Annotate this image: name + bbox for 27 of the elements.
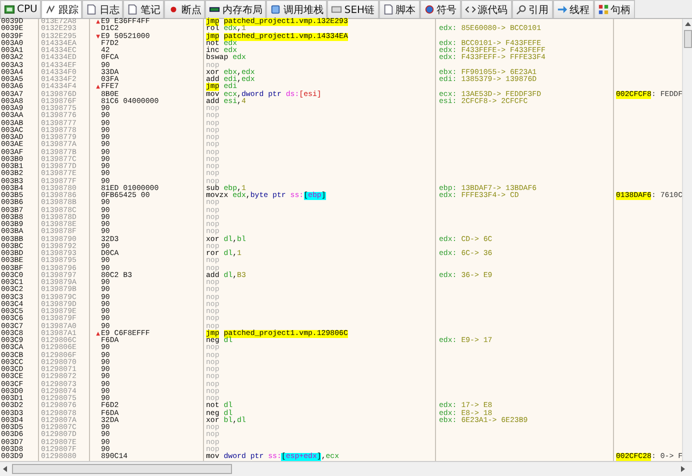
vertical-scrollbar[interactable] — [682, 19, 692, 461]
tab[interactable]: 符号 — [420, 0, 461, 18]
tab[interactable]: CPU — [0, 0, 42, 18]
tab[interactable]: 笔记 — [123, 0, 164, 18]
document-icon — [382, 4, 394, 15]
tab[interactable]: SEH链 — [327, 0, 379, 18]
tab[interactable]: 引用 — [512, 0, 553, 18]
document-icon — [127, 4, 138, 15]
grid-icon — [598, 4, 609, 15]
scroll-thumb[interactable] — [684, 30, 692, 48]
scroll-thumb[interactable] — [12, 464, 232, 474]
tab[interactable]: 脚本 — [378, 0, 420, 18]
chip-icon — [4, 4, 15, 15]
tab[interactable]: 源代码 — [460, 0, 512, 18]
horizontal-scrollbar[interactable] — [0, 461, 692, 476]
tab[interactable]: 调用堆栈 — [266, 0, 328, 18]
document-icon — [86, 4, 98, 15]
tab[interactable]: 跟踪 — [41, 0, 82, 18]
tab[interactable]: 日志 — [82, 0, 124, 18]
tab[interactable]: 断点 — [164, 0, 206, 18]
arrow-icon — [556, 4, 568, 15]
tab[interactable]: 内存布局 — [205, 0, 266, 18]
tab[interactable]: 句柄 — [594, 0, 635, 18]
window-icon — [270, 4, 282, 15]
code-icon — [464, 4, 476, 15]
tab[interactable]: 线程 — [552, 0, 594, 18]
search-icon — [516, 4, 527, 15]
